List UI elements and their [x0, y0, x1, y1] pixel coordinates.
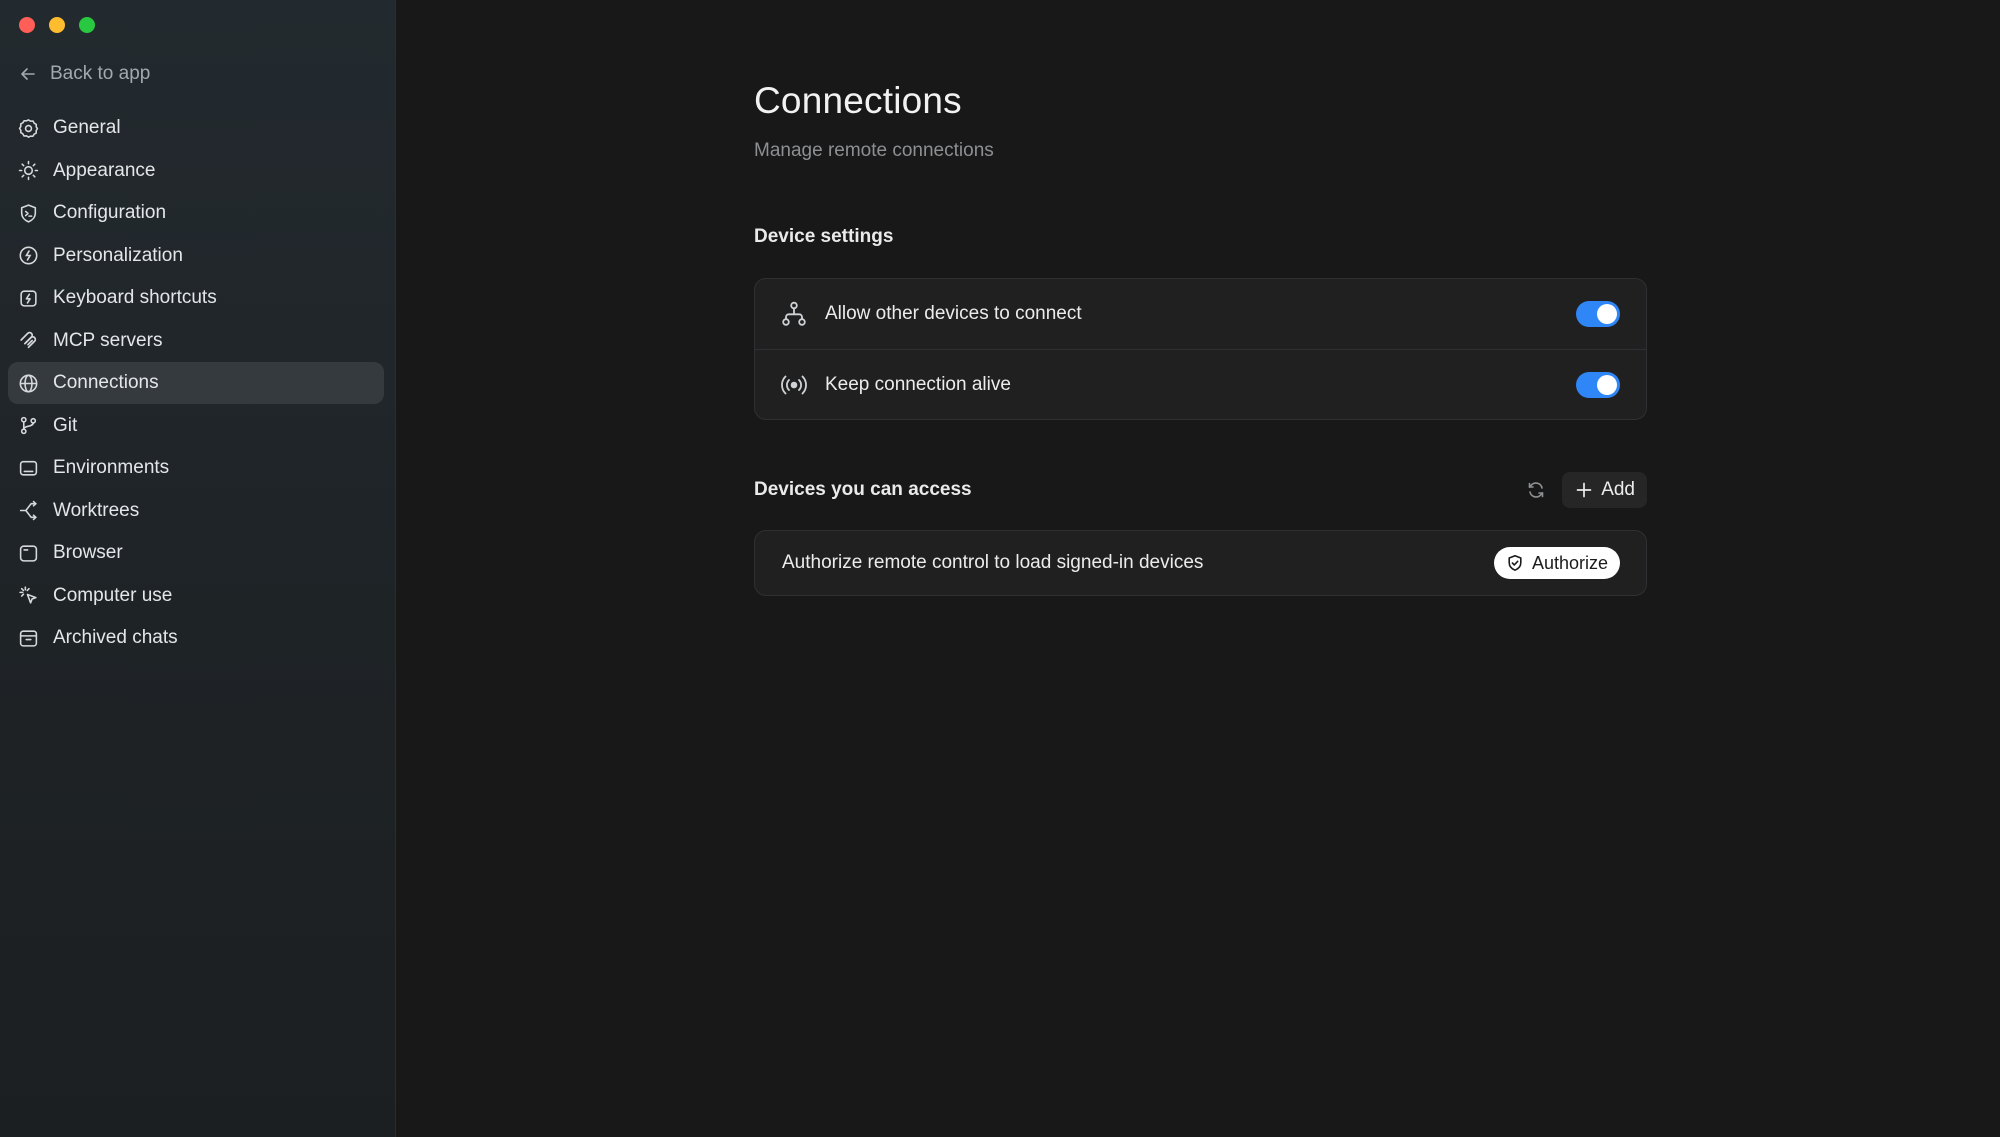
keep-alive-row: Keep connection alive [755, 349, 1646, 419]
mcp-icon [20, 331, 37, 349]
sidebar-item-label: Computer use [53, 584, 173, 606]
sidebar-item-computer-use[interactable]: Computer use [8, 575, 384, 617]
settings-nav: General Appearance Configuration Persona… [8, 107, 384, 660]
sidebar-item-label: Worktrees [53, 499, 140, 521]
add-device-label: Add [1601, 479, 1635, 500]
sidebar-item-label: Configuration [53, 202, 167, 223]
network-nodes-icon [782, 301, 806, 326]
refresh-button[interactable] [1520, 474, 1552, 506]
broadcast-icon [781, 375, 807, 394]
back-to-app-link[interactable]: Back to app [18, 63, 150, 85]
sidebar-item-appearance[interactable]: Appearance [8, 150, 384, 192]
refresh-icon [1528, 482, 1544, 498]
toggle-knob [1597, 304, 1617, 324]
shield-terminal-icon [20, 203, 37, 223]
add-device-button[interactable]: Add [1562, 472, 1647, 508]
sidebar-item-environments[interactable]: Environments [8, 447, 384, 489]
allow-devices-toggle[interactable] [1576, 301, 1620, 327]
arrow-left-icon [21, 68, 35, 80]
window-controls [19, 17, 95, 33]
authorize-button-label: Authorize [1531, 552, 1608, 573]
main-panel: Connections Manage remote connections De… [396, 0, 2000, 1137]
devices-title: Devices you can access [754, 479, 972, 500]
sun-icon [18, 160, 39, 181]
worktree-icon [19, 500, 37, 521]
monitor-icon [19, 460, 38, 476]
globe-icon [19, 374, 38, 392]
archive-icon [19, 629, 38, 647]
sidebar-item-label: Environments [53, 457, 170, 478]
sidebar-item-archived-chats[interactable]: Archived chats [8, 617, 384, 659]
gear-icon [18, 118, 39, 138]
device-settings-card: Allow other devices to connect Keep conn… [754, 278, 1647, 420]
keep-alive-label: Keep connection alive [825, 373, 1011, 395]
keyboard-bolt-icon [20, 289, 37, 307]
minimize-window-button[interactable] [49, 17, 65, 33]
page-subtitle: Manage remote connections [754, 140, 994, 161]
sidebar: Back to app General Appearance Configura… [0, 0, 396, 1137]
page-title: Connections [754, 80, 962, 121]
authorize-button[interactable]: Authorize [1493, 547, 1620, 579]
close-window-button[interactable] [19, 17, 35, 33]
shield-check-icon [1508, 555, 1522, 571]
sidebar-item-label: Browser [53, 542, 123, 563]
plus-icon [1576, 482, 1592, 498]
git-branch-icon [20, 416, 37, 435]
browser-window-icon [19, 544, 38, 562]
devices-header: Devices you can access Add [754, 472, 1647, 508]
back-to-app-label: Back to app [50, 63, 151, 84]
sidebar-item-label: Archived chats [53, 627, 178, 648]
sidebar-item-label: Keyboard shortcuts [53, 287, 217, 308]
sidebar-item-git[interactable]: Git [8, 405, 384, 447]
maximize-window-button[interactable] [79, 17, 95, 33]
sidebar-item-label: General [53, 117, 121, 138]
cursor-sparkle-icon [19, 586, 37, 604]
authorize-card: Authorize remote control to load signed-… [754, 530, 1647, 596]
toggle-knob [1597, 374, 1617, 395]
sidebar-item-connections[interactable]: Connections [8, 362, 384, 404]
sidebar-item-general[interactable]: General [8, 107, 384, 149]
sidebar-item-keyboard-shortcuts[interactable]: Keyboard shortcuts [8, 277, 384, 319]
sidebar-item-label: Personalization [53, 244, 183, 266]
sidebar-item-label: Git [53, 414, 78, 436]
sidebar-item-personalization[interactable]: Personalization [8, 235, 384, 277]
allow-devices-label: Allow other devices to connect [825, 303, 1082, 324]
keep-alive-toggle[interactable] [1576, 371, 1620, 398]
sidebar-item-mcp-servers[interactable]: MCP servers [8, 320, 384, 362]
authorize-text: Authorize remote control to load signed-… [782, 552, 1204, 573]
device-settings-title: Device settings [754, 226, 894, 247]
sidebar-item-label: Appearance [53, 159, 156, 181]
sidebar-item-worktrees[interactable]: Worktrees [8, 490, 384, 532]
sidebar-item-label: Connections [53, 372, 159, 393]
sidebar-item-configuration[interactable]: Configuration [8, 192, 384, 234]
sidebar-item-label: MCP servers [53, 329, 163, 351]
sidebar-item-browser[interactable]: Browser [8, 532, 384, 574]
connections-settings: Connections Manage remote connections De… [754, 80, 1647, 596]
allow-devices-row: Allow other devices to connect [755, 279, 1646, 349]
face-icon [19, 246, 38, 265]
